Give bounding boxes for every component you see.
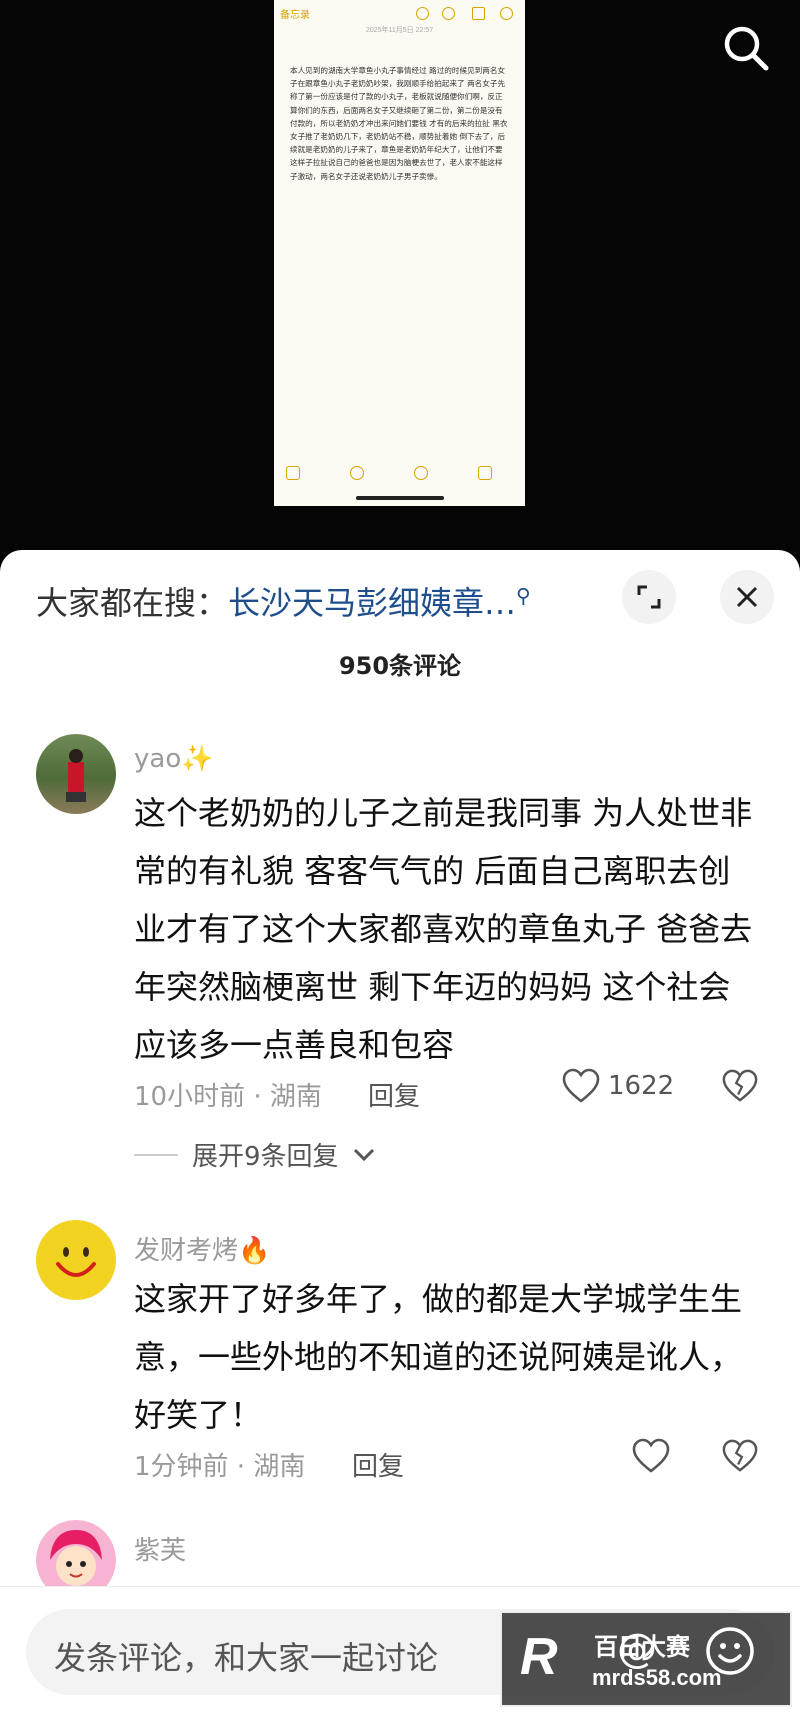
share-icon	[472, 7, 485, 20]
markup-icon	[414, 466, 428, 480]
avatar[interactable]	[36, 734, 116, 814]
compose-icon	[478, 466, 492, 480]
comment-count: 950条评论	[338, 652, 462, 680]
trending-search-keyword[interactable]: 长沙天马彭细姨章…	[228, 584, 516, 622]
keyword-search-icon: ⚲	[516, 583, 531, 608]
comment-sheet: 大家都在搜：长沙天马彭细姨章…⚲ 950条评论 yao✨ 这个老奶奶的儿子之前是…	[0, 550, 800, 1713]
expand-replies-label: 展开9条回复	[192, 1142, 339, 1172]
note-body: 本人见到的湖南大学章鱼小丸子事情经过 路过的时候见到两名女子在跟章鱼小丸子老奶奶…	[290, 66, 508, 181]
expand-icon	[637, 585, 661, 609]
divider-dash	[134, 1153, 178, 1156]
comment-meta: 10小时前 · 湖南	[134, 1082, 322, 1112]
reply-button[interactable]: 回复	[368, 1076, 420, 1113]
watermark-logo: R	[520, 1628, 558, 1686]
reply-button[interactable]: 回复	[352, 1446, 404, 1483]
close-button[interactable]	[720, 570, 774, 624]
mention-icon[interactable]: @	[617, 1626, 657, 1672]
notes-screenshot: 备忘录 2025年11月5日 22:57 本人见到的湖南大学章鱼小丸子事情经过 …	[274, 0, 525, 506]
comment-username[interactable]: yao✨	[134, 744, 214, 774]
trending-search-prefix: 大家都在搜：	[36, 584, 229, 622]
comment-text: 这家开了好多年了，做的都是大学城学生生意，一些外地的不知道的还说阿姨是讹人，好笑…	[134, 1280, 743, 1434]
comment-text: 这个老奶奶的儿子之前是我同事 为人处世非常的有礼貌 客客气气的 后面自己离职去创…	[134, 794, 753, 1064]
smiley-avatar	[56, 1247, 96, 1277]
expand-button[interactable]	[622, 570, 676, 624]
more-icon	[500, 7, 513, 20]
home-indicator	[356, 496, 444, 500]
expand-replies-button[interactable]: 展开9条回复	[134, 1136, 375, 1173]
search-icon[interactable]	[720, 22, 772, 74]
comment-username[interactable]: 发财考烤🔥	[134, 1230, 270, 1267]
like-button[interactable]: 1622	[562, 1068, 674, 1104]
undo-icon	[416, 7, 429, 20]
emoji-icon[interactable]	[704, 1625, 756, 1677]
notes-toolbar: 备忘录	[274, 4, 525, 24]
avatar-photo	[66, 749, 86, 802]
dislike-icon[interactable]	[722, 1068, 758, 1104]
notes-bottom-toolbar	[274, 464, 525, 484]
dislike-icon[interactable]	[722, 1438, 758, 1474]
like-count: 1622	[608, 1071, 675, 1101]
heart-icon	[562, 1068, 600, 1103]
note-date: 2025年11月5日 22:57	[365, 27, 434, 34]
comment-username[interactable]: 紫芙	[134, 1530, 186, 1567]
checklist-icon	[286, 466, 300, 480]
close-icon	[736, 586, 758, 608]
avatar[interactable]	[36, 1220, 116, 1300]
trending-search[interactable]: 大家都在搜：长沙天马彭细姨章…⚲	[36, 578, 531, 624]
notes-back-label: 备忘录	[280, 10, 310, 21]
chevron-down-icon	[353, 1148, 374, 1161]
heart-icon	[632, 1438, 670, 1473]
comment-input-placeholder: 发条评论，和大家一起讨论	[54, 1639, 439, 1677]
comment-meta: 1分钟前 · 湖南	[134, 1452, 306, 1482]
redo-icon	[442, 7, 455, 20]
like-button[interactable]	[632, 1438, 670, 1474]
video-player[interactable]: 备忘录 2025年11月5日 22:57 本人见到的湖南大学章鱼小丸子事情经过 …	[0, 0, 800, 560]
attachment-icon	[350, 466, 364, 480]
